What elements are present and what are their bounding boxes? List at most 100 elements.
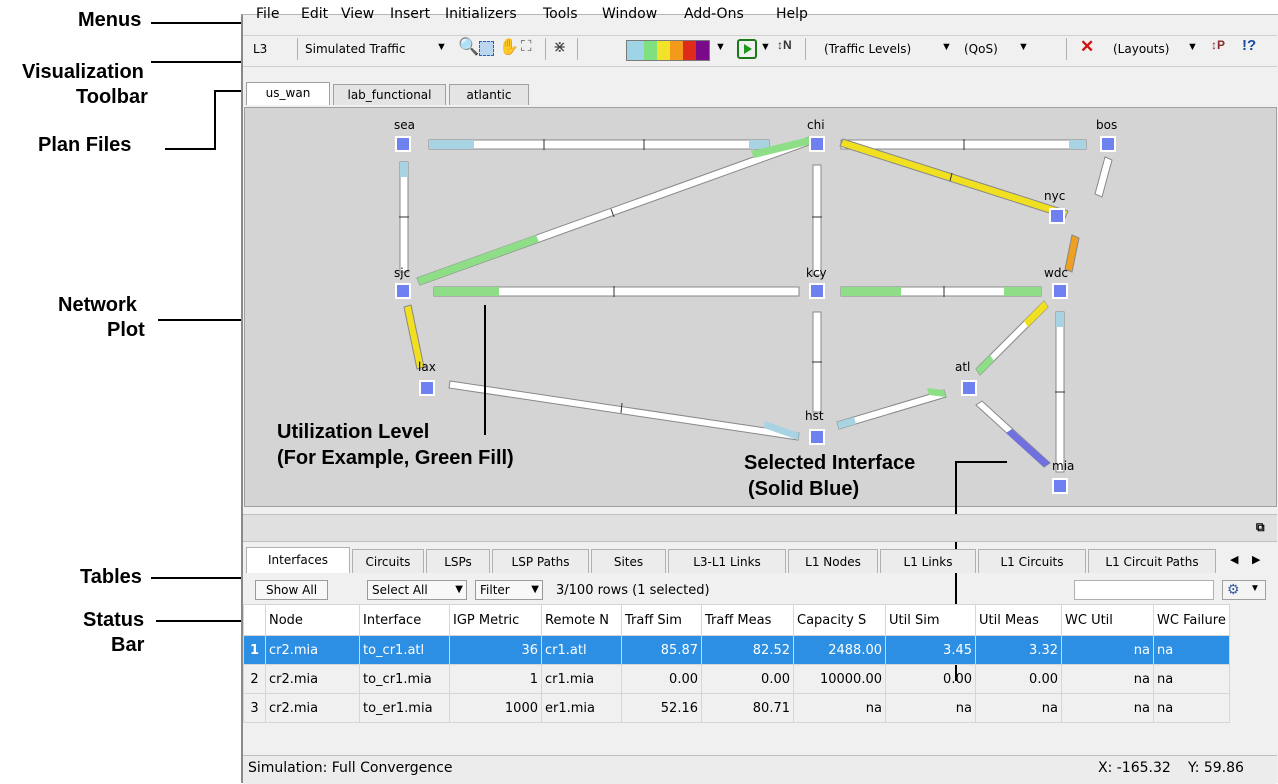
plan-properties-icon[interactable]: ↕P [1211,38,1225,52]
link-kcy-hst[interactable] [812,311,822,413]
menu-insert[interactable]: Insert [390,6,430,22]
link-kcy-wdc[interactable] [840,286,1042,297]
link-chi-nyc[interactable] [839,138,1069,219]
column-header-capacity-sim[interactable]: Capacity S [793,604,886,636]
traffic-select[interactable]: Simulated Traffic [305,42,406,56]
link-chi-bos[interactable] [840,139,1087,150]
cell-wc-util[interactable]: na [1061,635,1154,665]
cell-remote-node[interactable]: cr1.mia [541,664,622,694]
tab-scroll-left-icon[interactable]: ◀ [1230,553,1238,566]
layouts-select[interactable]: (Layouts) [1113,42,1169,56]
node-kcy[interactable]: kcy [806,266,827,299]
chevron-down-icon[interactable]: ▼ [760,41,771,53]
link-atl-mia-selected[interactable] [975,400,1051,468]
cell-util-meas[interactable]: 0.00 [975,664,1062,694]
help-icon[interactable]: !? [1242,37,1256,54]
table-options-button[interactable]: ⚙ ▼ [1222,580,1266,600]
layer-button[interactable]: L3 [253,42,267,56]
tab-l1-nodes[interactable]: L1 Nodes [788,549,878,573]
cell-traff-sim[interactable]: 0.00 [621,664,702,694]
table-search-input[interactable] [1074,580,1214,600]
cell-node[interactable]: cr2.mia [265,693,360,723]
tab-l1-circuits[interactable]: L1 Circuits [978,549,1086,573]
link-sea-chi[interactable] [428,139,770,150]
column-header-node[interactable]: Node [265,604,360,636]
cell-igp-metric[interactable]: 36 [449,635,542,665]
menu-addons[interactable]: Add-Ons [684,6,744,22]
cell-util-meas[interactable]: na [975,693,1062,723]
link-chi-sjc[interactable] [416,136,813,286]
filter-dropdown[interactable]: Filter ▼ [475,580,543,600]
traffic-levels-select[interactable]: (Traffic Levels) [824,42,911,56]
chevron-down-icon[interactable]: ▼ [715,41,726,53]
node-atl[interactable]: atl [955,360,977,396]
maximize-icon[interactable]: ⧉ [1256,520,1265,535]
network-layout-icon[interactable]: ⋇ [553,37,566,57]
select-icon[interactable]: ⛶ [521,38,532,55]
menu-initializers[interactable]: Initializers [445,6,517,22]
link-lax-hst[interactable] [448,380,800,441]
node-sea[interactable]: sea [394,118,415,152]
cell-wc-util[interactable]: na [1061,664,1154,694]
column-header-traff-sim[interactable]: Traff Sim [621,604,702,636]
cell-interface[interactable]: to_er1.mia [359,693,450,723]
column-header-wc-util[interactable]: WC Util [1061,604,1154,636]
column-header-util-sim[interactable]: Util Sim [885,604,976,636]
column-header-interface[interactable]: Interface [359,604,450,636]
cell-wc-failure[interactable]: na [1153,693,1230,723]
table-row-selected[interactable]: 1 cr2.mia to_cr1.atl 36 cr1.atl 85.87 82… [243,635,1230,665]
column-header-remote-node[interactable]: Remote N [541,604,622,636]
link-hst-atl[interactable] [836,388,947,430]
chevron-down-icon[interactable]: ▼ [436,41,447,53]
show-all-button[interactable]: Show All [255,580,328,600]
cell-util-sim[interactable]: 3.45 [885,635,976,665]
cell-capacity[interactable]: 2488.00 [793,635,886,665]
cell-node[interactable]: cr2.mia [265,635,360,665]
menu-help[interactable]: Help [776,6,808,22]
tab-lab-functional[interactable]: lab_functional [333,84,446,105]
tab-lsps[interactable]: LSPs [426,549,490,573]
qos-select[interactable]: (QoS) [964,42,998,56]
cell-traff-meas[interactable]: 0.00 [701,664,794,694]
cell-remote-node[interactable]: er1.mia [541,693,622,723]
tab-atlantic[interactable]: atlantic [449,84,529,105]
cell-wc-util[interactable]: na [1061,693,1154,723]
node-hst[interactable]: hst [805,409,825,445]
select-all-dropdown[interactable]: Select All ▼ [367,580,467,600]
cell-igp-metric[interactable]: 1 [449,664,542,694]
cell-traff-meas[interactable]: 80.71 [701,693,794,723]
node-chi[interactable]: chi [807,118,825,152]
menu-file[interactable]: File [256,6,279,22]
close-icon[interactable]: ✕ [1080,37,1094,57]
menu-view[interactable]: View [341,6,374,22]
cell-interface[interactable]: to_cr1.atl [359,635,450,665]
node-bos[interactable]: bos [1096,118,1117,152]
node-mia[interactable]: mia [1052,459,1074,494]
tab-interfaces[interactable]: Interfaces [246,547,350,573]
sort-traffic-icon[interactable]: ↕N [777,38,792,52]
cell-traff-meas[interactable]: 82.52 [701,635,794,665]
link-wdc-atl[interactable] [975,300,1049,376]
chevron-down-icon[interactable]: ▼ [1187,41,1198,53]
cell-capacity[interactable]: na [793,693,886,723]
cell-util-meas[interactable]: 3.32 [975,635,1062,665]
play-simulation-icon[interactable] [737,39,757,59]
chevron-down-icon[interactable]: ▼ [1018,41,1029,53]
cell-traff-sim[interactable]: 85.87 [621,635,702,665]
column-header-util-meas[interactable]: Util Meas [975,604,1062,636]
cell-interface[interactable]: to_cr1.mia [359,664,450,694]
tab-l1-links[interactable]: L1 Links [880,549,976,573]
table-row[interactable]: 2 cr2.mia to_cr1.mia 1 cr1.mia 0.00 0.00… [243,664,1230,694]
menu-window[interactable]: Window [602,6,657,22]
pan-hand-icon[interactable]: ✋ [499,37,519,57]
tab-l1-circuit-paths[interactable]: L1 Circuit Paths [1088,549,1216,573]
chevron-down-icon[interactable]: ▼ [941,41,952,53]
tab-lsp-paths[interactable]: LSP Paths [492,549,589,573]
cell-wc-failure[interactable]: na [1153,664,1230,694]
tab-l3-l1-links[interactable]: L3-L1 Links [668,549,786,573]
column-header-igp-metric[interactable]: IGP Metric [449,604,542,636]
cell-traff-sim[interactable]: 52.16 [621,693,702,723]
link-chi-kcy[interactable] [812,164,822,276]
cell-node[interactable]: cr2.mia [265,664,360,694]
tab-scroll-right-icon[interactable]: ▶ [1252,553,1260,566]
